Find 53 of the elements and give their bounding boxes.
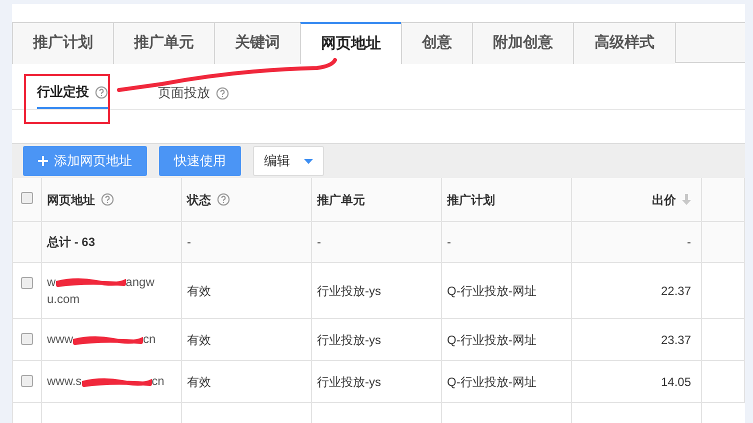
url-text[interactable]: cn	[143, 331, 156, 348]
table-cell-text: 行业投放-ys	[317, 332, 381, 348]
tab[interactable]: 网页地址	[300, 22, 401, 64]
redaction-scribble	[73, 334, 143, 346]
url-text[interactable]: angw	[126, 274, 154, 290]
price-text: 23.37	[660, 332, 691, 348]
table-cell-text: -	[687, 234, 691, 251]
help-icon[interactable]	[216, 86, 229, 100]
url-text[interactable]: cn	[152, 373, 164, 390]
status-text: 有效	[187, 374, 211, 390]
table-cell-text: 行业投放-ys	[317, 282, 381, 300]
checkbox[interactable]	[21, 192, 33, 204]
url-text[interactable]: u.com	[47, 290, 80, 308]
column-label: 出价	[652, 192, 676, 208]
tab[interactable]: 创意	[401, 22, 472, 64]
price-text: 22.37	[660, 282, 691, 300]
url-text[interactable]: w	[47, 274, 56, 290]
total-label: 总计 - 63	[47, 234, 96, 251]
table-cell-text: -	[447, 234, 451, 251]
table-cell-text: Q-行业投放-网址	[447, 374, 536, 390]
checkbox[interactable]	[21, 277, 33, 289]
redaction-scribble	[56, 276, 126, 288]
sort-arrow-icon[interactable]	[682, 194, 691, 205]
table-cell-text: Q-行业投放-网址	[447, 282, 536, 300]
plus-icon	[38, 156, 48, 166]
table-cell-text: -	[317, 234, 321, 251]
edit-dropdown[interactable]: 编辑	[253, 146, 324, 176]
url-text[interactable]: www.s	[47, 373, 82, 390]
column-label: 网页地址	[47, 192, 95, 208]
table-cell-text: Q-行业投放-网址	[447, 332, 536, 348]
url-text[interactable]: www	[47, 331, 73, 348]
help-icon[interactable]	[217, 193, 230, 206]
status-text: 有效	[187, 282, 211, 300]
sub-tab[interactable]: 行业定投	[37, 82, 89, 102]
tab[interactable]: 高级样式	[573, 22, 675, 64]
tab[interactable]: 关键词	[214, 22, 300, 64]
help-icon[interactable]	[101, 193, 114, 206]
redaction-scribble	[82, 376, 152, 388]
tab[interactable]: 推广计划	[12, 22, 113, 64]
checkbox[interactable]	[21, 333, 33, 345]
table-cell-text: -	[187, 234, 191, 251]
checkbox[interactable]	[21, 375, 33, 387]
column-label: 推广计划	[447, 192, 495, 208]
status-text: 有效	[187, 332, 211, 348]
column-label: 状态	[187, 192, 211, 208]
column-label: 推广单元	[317, 192, 365, 208]
help-icon[interactable]	[95, 86, 108, 98]
tab[interactable]: 附加创意	[472, 22, 573, 64]
table-cell-text: 行业投放-ys	[317, 374, 381, 390]
price-text: 14.05	[660, 374, 691, 390]
sub-tab[interactable]: 页面投放	[158, 83, 210, 103]
tab[interactable]: 推广单元	[113, 22, 214, 64]
caret-icon	[304, 158, 313, 164]
